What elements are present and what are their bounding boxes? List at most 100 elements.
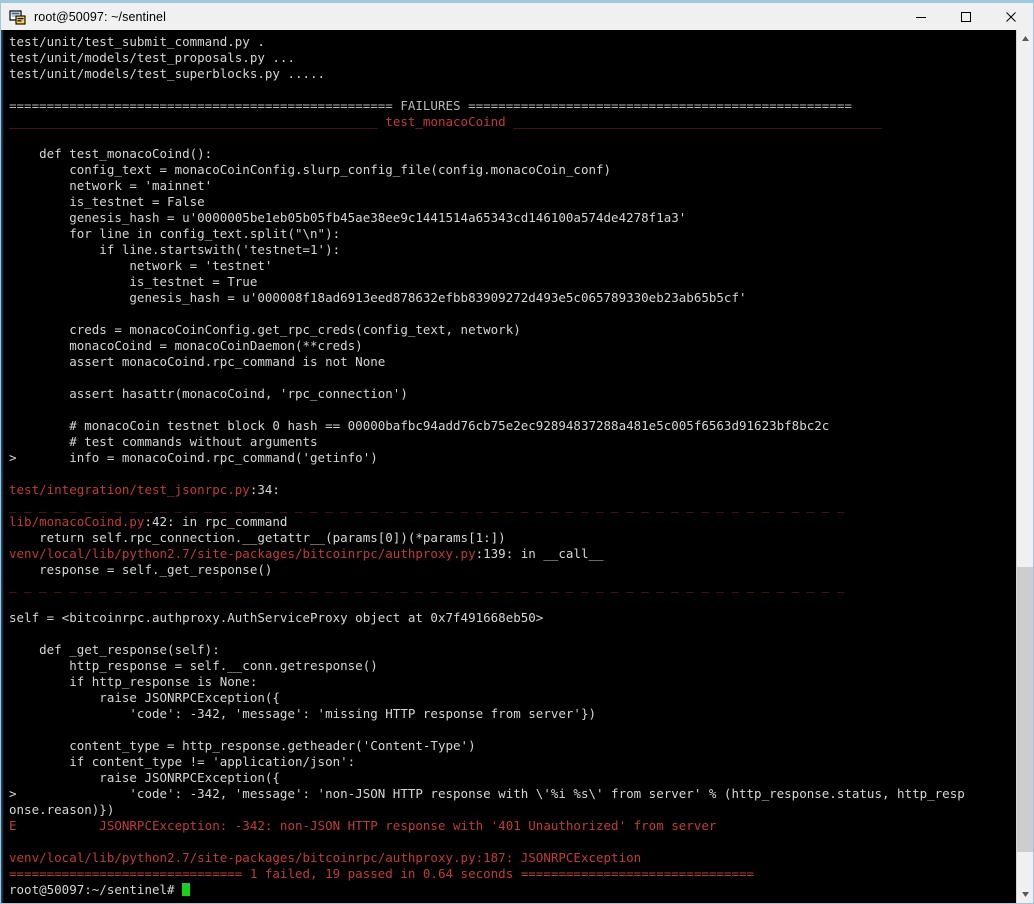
window-controls [898, 3, 1033, 30]
terminal-text-segment: assert hasattr(monacoCoind, 'rpc_connect… [9, 386, 408, 401]
terminal-text-segment: return self.rpc_connection.__getattr__(p… [9, 530, 506, 545]
terminal-line: http_response = self.__conn.getresponse(… [9, 658, 1016, 674]
terminal-line: response = self._get_response() [9, 562, 1016, 578]
terminal-line: genesis_hash = u'000008f18ad6913eed87863… [9, 290, 1016, 306]
terminal-line: E JSONRPCException: -342: non-JSON HTTP … [9, 818, 1016, 834]
putty-terminal-icon [9, 8, 27, 26]
terminal-text-segment: def test_monacoCoind(): [9, 146, 213, 161]
terminal-screen[interactable]: test/unit/test_submit_command.py . test/u… [4, 30, 1016, 903]
terminal-text-segment: if content_type != 'application/json': [9, 754, 356, 769]
terminal-area: test/unit/test_submit_command.py . test/u… [0, 30, 1034, 904]
terminal-line: test/integration/test_jsonrpc.py:34: [9, 482, 1016, 498]
terminal-line: genesis_hash = u'0000005be1eb05b05fb45ae… [9, 210, 1016, 226]
terminal-line: raise JSONRPCException({ [9, 690, 1016, 706]
terminal-text-segment: is_testnet = False [9, 194, 205, 209]
terminal-line: ________________________________________… [9, 114, 1016, 130]
terminal-text-segment: content_type = http_response.getheader('… [9, 738, 476, 753]
scrollbar-thumb[interactable] [1017, 567, 1033, 853]
terminal-text-segment: response = self._get_response() [9, 562, 273, 577]
terminal-line: _ _ _ _ _ _ _ _ _ _ _ _ _ _ _ _ _ _ _ _ … [9, 578, 1016, 594]
terminal-scrollbar[interactable] [1016, 30, 1033, 903]
terminal-text-segment: monacoCoind = monacoCoinDaemon(**creds) [9, 338, 363, 353]
terminal-line: content_type = http_response.getheader('… [9, 738, 1016, 754]
terminal-line: > 'code': -342, 'message': 'non-JSON HTT… [9, 786, 1016, 802]
terminal-text-segment: config_text = monacoCoinConfig.slurp_con… [9, 162, 612, 177]
terminal-line: lib/monacoCoind.py:42: in rpc_command [9, 514, 1016, 530]
terminal-text-segment: :139: in __call__ [475, 546, 604, 561]
terminal-line: network = 'testnet' [9, 258, 1016, 274]
terminal-text-segment: # test commands without arguments [9, 434, 318, 449]
terminal-text-segment: def _get_response(self): [9, 642, 220, 657]
terminal-line: monacoCoind = monacoCoinDaemon(**creds) [9, 338, 1016, 354]
terminal-text-segment: is_testnet = True [9, 274, 258, 289]
block-cursor [182, 883, 191, 896]
terminal-text-segment: 'code': -342, 'message': 'missing HTTP r… [9, 706, 596, 721]
terminal-line: =============================== 1 failed… [9, 866, 1016, 882]
terminal-text-segment: network = 'testnet' [9, 258, 273, 273]
terminal-window: root@50097: ~/sentinel test/unit/test_su… [0, 0, 1034, 904]
minimize-button[interactable] [898, 3, 943, 30]
terminal-line: # monacoCoin testnet block 0 hash == 000… [9, 418, 1016, 434]
terminal-text-segment: > 'code': -342, 'message': 'non-JSON HTT… [9, 786, 965, 801]
terminal-line: test/unit/models/test_proposals.py ... [9, 50, 1016, 66]
terminal-line: if line.startswith('testnet=1'): [9, 242, 1016, 258]
scroll-up-arrow-icon[interactable] [1017, 30, 1033, 47]
close-button[interactable] [988, 3, 1033, 30]
terminal-line: if content_type != 'application/json': [9, 754, 1016, 770]
terminal-text-segment: test/integration/test_jsonrpc.py [9, 482, 250, 497]
terminal-line: raise JSONRPCException({ [9, 770, 1016, 786]
terminal-line: is_testnet = True [9, 274, 1016, 290]
terminal-line: def _get_response(self): [9, 642, 1016, 658]
terminal-text-segment: genesis_hash = u'000008f18ad6913eed87863… [9, 290, 747, 305]
terminal-text-segment: venv/local/lib/python2.7/site-packages/b… [9, 546, 476, 561]
terminal-line: for line in config_text.split("\n"): [9, 226, 1016, 242]
maximize-button[interactable] [943, 3, 988, 30]
terminal-text-segment: _ _ _ _ _ _ _ _ _ _ _ _ _ _ _ _ _ _ _ _ … [9, 498, 845, 513]
terminal-text-segment: # monacoCoin testnet block 0 hash == 000… [9, 418, 830, 433]
terminal-line: self = <bitcoinrpc.authproxy.AuthService… [9, 610, 1016, 626]
terminal-line: network = 'mainnet' [9, 178, 1016, 194]
terminal-text-segment: test_monacoCoind [385, 114, 506, 129]
terminal-line: assert monacoCoind.rpc_command is not No… [9, 354, 1016, 370]
terminal-line: venv/local/lib/python2.7/site-packages/b… [9, 850, 1016, 866]
prompt-line: root@50097:~/sentinel# [9, 882, 1016, 898]
terminal-line: creds = monacoCoinConfig.get_rpc_creds(c… [9, 322, 1016, 338]
terminal-text-segment: for line in config_text.split("\n"): [9, 226, 341, 241]
terminal-line: > info = monacoCoind.rpc_command('getinf… [9, 450, 1016, 466]
terminal-text-segment: > info = monacoCoind.rpc_command('getinf… [9, 450, 378, 465]
terminal-line: venv/local/lib/python2.7/site-packages/b… [9, 546, 1016, 562]
terminal-line: assert hasattr(monacoCoind, 'rpc_connect… [9, 386, 1016, 402]
terminal-text-segment: if http_response is None: [9, 674, 258, 689]
terminal-text-segment: lib/monacoCoind.py [9, 514, 145, 529]
terminal-text-segment: _ _ _ _ _ _ _ _ _ _ _ _ _ _ _ _ _ _ _ _ … [9, 578, 845, 593]
terminal-text-segment: test/unit/models/test_superblocks.py ...… [9, 66, 326, 81]
terminal-line: is_testnet = False [9, 194, 1016, 210]
terminal-line: test/unit/models/test_superblocks.py ...… [9, 66, 1016, 82]
terminal-text-segment: test/unit/models/test_proposals.py ... [9, 50, 295, 65]
terminal-line: return self.rpc_connection.__getattr__(p… [9, 530, 1016, 546]
terminal-text-segment: onse.reason)}) [9, 802, 115, 817]
terminal-text-segment: ________________________________________… [505, 114, 883, 129]
terminal-text-segment: ========================================… [9, 98, 852, 113]
terminal-line: _ _ _ _ _ _ _ _ _ _ _ _ _ _ _ _ _ _ _ _ … [9, 498, 1016, 514]
terminal-line: # test commands without arguments [9, 434, 1016, 450]
scrollbar-track[interactable] [1017, 47, 1033, 886]
terminal-text-segment: raise JSONRPCException({ [9, 690, 280, 705]
terminal-text-segment: http_response = self.__conn.getresponse(… [9, 658, 378, 673]
window-title: root@50097: ~/sentinel [34, 9, 166, 24]
scroll-down-arrow-icon[interactable] [1017, 886, 1033, 903]
terminal-text-segment: venv/local/lib/python2.7/site-packages/b… [9, 850, 642, 865]
terminal-text-segment: :42: in rpc_command [144, 514, 288, 529]
terminal-line: onse.reason)}) [9, 802, 1016, 818]
title-bar: root@50097: ~/sentinel [0, 0, 1034, 30]
terminal-line: test/unit/test_submit_command.py . [9, 34, 1016, 50]
terminal-line: ========================================… [9, 98, 1016, 114]
